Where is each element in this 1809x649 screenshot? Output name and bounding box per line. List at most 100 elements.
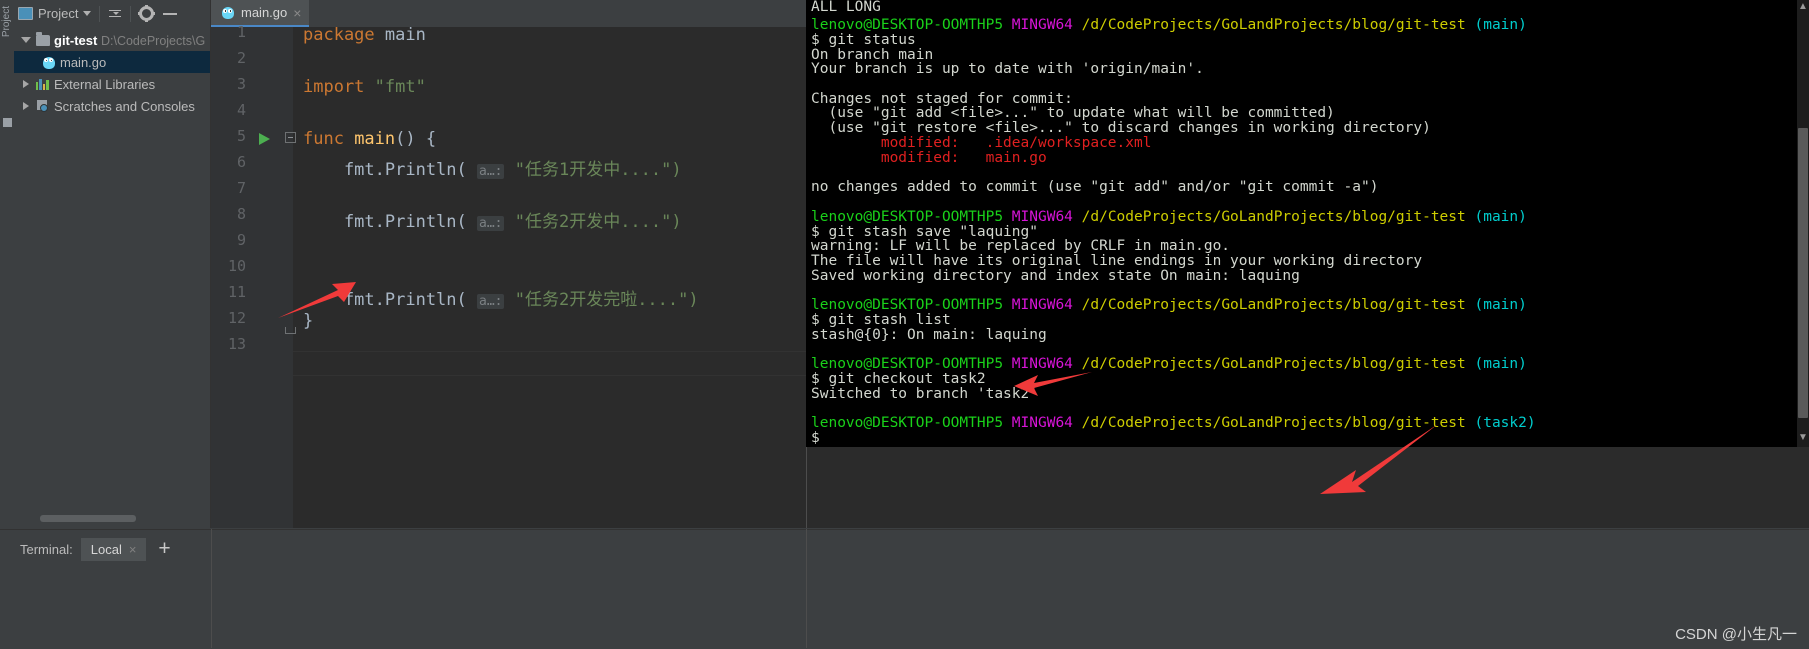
- chevron-right-icon[interactable]: [23, 80, 29, 88]
- line-number: 6: [236, 153, 246, 171]
- terminal-text: $ git stash list: [811, 312, 951, 328]
- terminal-panel[interactable]: ALL LONG lenovo@DESKTOP-OOMTHP5 MINGW64 /…: [806, 0, 1809, 447]
- terminal-line: warning: LF will be replaced by CRLF in …: [811, 239, 1230, 254]
- bottom-bar: Terminal: Local × + CSDN @小生凡一: [0, 529, 1809, 649]
- tree-label-external-libraries: External Libraries: [54, 76, 156, 92]
- terminal-text: (main): [1474, 209, 1527, 225]
- terminal-line: lenovo@DESKTOP-OOMTHP5 MINGW64 /d/CodePr…: [811, 210, 1527, 225]
- project-panel-title: Project: [38, 6, 79, 21]
- terminal-line: (use "git add <file>..." to update what …: [811, 105, 1335, 121]
- terminal-text: MINGW64: [1011, 297, 1082, 313]
- terminal-line: lenovo@DESKTOP-OOMTHP5 MINGW64 /d/CodePr…: [811, 18, 1527, 33]
- current-line-highlight: [293, 351, 806, 376]
- terminal-text: lenovo@DESKTOP-OOMTHP5: [811, 356, 1012, 372]
- terminal-text: lenovo@DESKTOP-OOMTHP5: [811, 415, 1012, 431]
- code-line-1: package main: [303, 27, 426, 45]
- terminal-line: $: [811, 431, 820, 446]
- terminal-text: $: [811, 430, 820, 446]
- terminal-text: /d/CodeProjects/GoLandProjects/blog/git-…: [1081, 297, 1475, 313]
- chevron-right-icon[interactable]: [23, 102, 29, 110]
- panel-divider: [806, 447, 807, 528]
- chevron-down-icon[interactable]: [21, 37, 31, 43]
- line-number: 5: [236, 127, 246, 145]
- close-icon[interactable]: ×: [293, 6, 301, 20]
- terminal-tab-local-label: Local: [90, 541, 122, 557]
- scroll-down-arrow-icon[interactable]: ▼: [1798, 432, 1808, 443]
- gear-icon[interactable]: [138, 5, 156, 22]
- tree-row-main-go[interactable]: main.go: [14, 51, 210, 73]
- collapse-all-icon[interactable]: [108, 7, 122, 21]
- editor-gutter[interactable]: 1 2 3 4 5 6 7 8 9 10 11 12 13: [211, 23, 296, 528]
- terminal-line: lenovo@DESKTOP-OOMTHP5 MINGW64 /d/CodePr…: [811, 416, 1536, 431]
- watermark: CSDN @小生凡一: [1675, 626, 1797, 643]
- terminal-scroll-thumb[interactable]: [1798, 128, 1808, 418]
- terminal-text: (main): [1474, 17, 1527, 33]
- terminal-text: stash@{0}: On main: laquing: [811, 327, 1047, 343]
- code-line-12: }: [303, 311, 314, 331]
- terminal-text: no changes added to commit (use "git add…: [811, 179, 1379, 195]
- scroll-up-arrow-icon[interactable]: ▲: [1798, 1, 1808, 12]
- scratches-icon: [36, 99, 50, 113]
- terminal-text: modified: .idea/workspace.xml: [811, 135, 1152, 151]
- tree-label-scratches-and-consoles: Scratches and Consoles: [54, 98, 195, 114]
- terminal-text: (use "git add <file>..." to update what …: [811, 105, 1335, 121]
- line-number: 2: [236, 49, 246, 67]
- editor-tab-label: main.go: [241, 5, 288, 20]
- terminal-text: $ git checkout task2: [811, 371, 986, 387]
- terminal-text: /d/CodeProjects/GoLandProjects/blog/git-…: [1081, 356, 1475, 372]
- terminal-text: lenovo@DESKTOP-OOMTHP5: [811, 209, 1012, 225]
- code-canvas[interactable]: package main import "fmt" func main() { …: [293, 27, 806, 528]
- line-number: 10: [227, 257, 246, 275]
- code-line-3: import "fmt": [303, 77, 426, 97]
- terminal-text: /d/CodeProjects/GoLandProjects/blog/git-…: [1081, 17, 1475, 33]
- project-tree: git-test D:\CodeProjects\G main.go Exter…: [14, 27, 210, 117]
- terminal-text: MINGW64: [1011, 415, 1082, 431]
- terminal-line: lenovo@DESKTOP-OOMTHP5 MINGW64 /d/CodePr…: [811, 298, 1527, 313]
- chevron-down-icon[interactable]: [83, 11, 92, 16]
- run-gutter-icon[interactable]: [259, 133, 270, 145]
- terminal-line: The file will have its original line end…: [811, 254, 1422, 269]
- bottom-divider-2: [806, 529, 807, 648]
- terminal-line: Switched to branch 'task2': [811, 387, 1038, 402]
- terminal-line: modified: .idea/workspace.xml: [811, 135, 1152, 151]
- terminal-line: stash@{0}: On main: laquing: [811, 328, 1047, 343]
- tree-row-git-test[interactable]: git-test D:\CodeProjects\G: [14, 29, 210, 51]
- editor-tab-main-go[interactable]: main.go ×: [211, 0, 310, 27]
- terminal-line: modified: main.go: [811, 151, 1047, 166]
- project-panel-scrollbar[interactable]: [40, 515, 136, 522]
- close-icon[interactable]: ×: [129, 542, 137, 557]
- terminal-tab-local[interactable]: Local ×: [80, 537, 147, 561]
- minimize-icon[interactable]: [163, 12, 178, 15]
- tree-label-git-test: git-test: [54, 32, 98, 48]
- terminal-line: $ git status: [811, 33, 916, 48]
- terminal-text: lenovo@DESKTOP-OOMTHP5: [811, 297, 1012, 313]
- terminal-text: MINGW64: [1011, 356, 1082, 372]
- terminal-scrollbar[interactable]: ▲ ▼: [1797, 0, 1809, 447]
- terminal-text: MINGW64: [1011, 209, 1082, 225]
- terminal-text: Saved working directory and index state …: [811, 268, 1300, 284]
- editor-area: main.go × 1 2 3 4 5 6 7 8 9 10 11 12 13 …: [211, 0, 806, 528]
- code-line-6: fmt.Println( a…: "任务1开发中...."): [303, 160, 682, 180]
- terminal-line: no changes added to commit (use "git add…: [811, 180, 1378, 195]
- left-tool-strip[interactable]: Project: [0, 0, 15, 528]
- editor-tab-bar: main.go ×: [211, 0, 806, 27]
- structure-marker-icon: [3, 118, 12, 127]
- project-panel-header: Project: [14, 0, 210, 27]
- divider: [130, 5, 132, 22]
- terminal-label: Terminal:: [20, 541, 73, 557]
- terminal-line: ALL LONG: [811, 0, 881, 15]
- add-terminal-button[interactable]: +: [158, 538, 170, 559]
- tree-row-external-libraries[interactable]: External Libraries: [14, 73, 210, 95]
- go-file-icon: [221, 5, 235, 20]
- tree-row-scratches-and-consoles[interactable]: Scratches and Consoles: [14, 95, 210, 117]
- code-line-8: fmt.Println( a…: "任务2开发中...."): [303, 212, 682, 232]
- terminal-text: The file will have its original line end…: [811, 253, 1423, 269]
- vertical-tab-project[interactable]: Project: [1, 6, 12, 37]
- terminal-text: Switched to branch 'task2': [811, 386, 1038, 402]
- terminal-output[interactable]: ALL LONG lenovo@DESKTOP-OOMTHP5 MINGW64 /…: [806, 0, 1809, 447]
- terminal-text: (main): [1474, 356, 1527, 372]
- line-number: 7: [236, 179, 246, 197]
- line-number: 13: [227, 335, 246, 353]
- terminal-text: (main): [1474, 297, 1527, 313]
- code-line-5: func main() {: [303, 129, 437, 149]
